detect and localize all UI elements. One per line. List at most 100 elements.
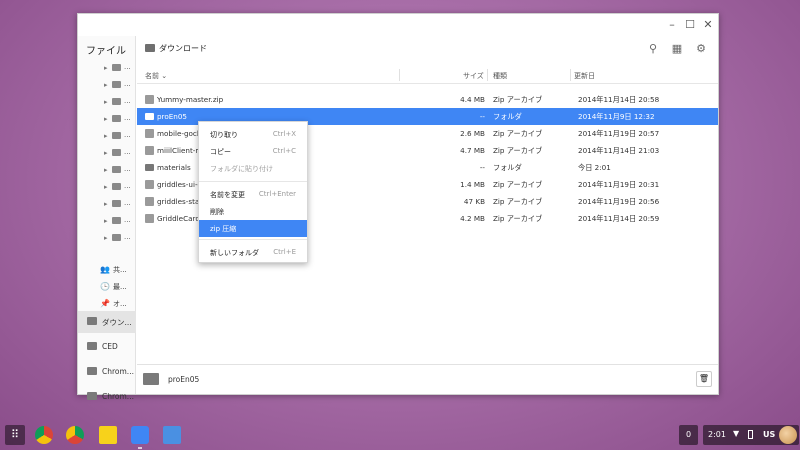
context-menu-item[interactable]: 切り取り Ctrl+X (199, 126, 307, 143)
truncated-label: ... (124, 216, 131, 224)
column-divider[interactable] (399, 69, 400, 81)
expand-arrow-icon[interactable]: ▸ (104, 234, 108, 242)
menu-item-label: 新しいフォルダ (210, 249, 259, 257)
sidebar-volume[interactable]: ダウン... (78, 311, 136, 333)
close-button[interactable]: ✕ (701, 18, 715, 32)
tree-folder-item[interactable]: ▸... (78, 111, 136, 128)
file-name: materials (157, 163, 191, 172)
folder-icon (112, 115, 121, 122)
breadcrumb[interactable]: ダウンロード (159, 43, 207, 54)
clock: 2:01 (708, 430, 726, 439)
menu-item-shortcut: Ctrl+X (272, 130, 296, 138)
file-size: 2.6 MB (460, 129, 485, 138)
file-name: proEn05 (157, 112, 187, 121)
sidebar-volume[interactable]: CED (78, 336, 136, 358)
column-type[interactable]: 種類 (493, 71, 507, 81)
app-launcher-icon[interactable]: ⠿ (5, 425, 25, 445)
file-date: 2014年11月19日 20:31 (578, 180, 660, 189)
title-bar[interactable]: – ☐ ✕ (78, 14, 718, 36)
context-menu-item[interactable]: フォルダに貼り付け (199, 160, 307, 177)
download-folder-icon (145, 44, 155, 52)
truncated-label: ... (124, 148, 131, 156)
trash-icon[interactable]: 🗑 (696, 371, 712, 387)
search-icon[interactable]: ⚲ (646, 42, 660, 56)
expand-arrow-icon[interactable]: ▸ (104, 183, 108, 191)
grid-view-icon[interactable]: ▦ (670, 42, 684, 56)
file-size: 4.4 MB (460, 95, 485, 104)
folder-icon (112, 183, 121, 190)
expand-arrow-icon[interactable]: ▸ (104, 132, 108, 140)
keyboard-layout: US (763, 430, 776, 439)
file-date: 2014年11月19日 20:56 (578, 197, 660, 206)
tree-folder-item[interactable]: ▸... (78, 128, 136, 145)
file-date: 今日 2:01 (578, 163, 611, 172)
keep-icon[interactable] (99, 426, 117, 444)
sidebar-shortcut[interactable]: 👥 共... (78, 262, 136, 279)
tree-folder-item[interactable]: ▸... (78, 77, 136, 94)
folder-icon (112, 234, 121, 241)
folder-icon (145, 113, 154, 120)
files-icon[interactable] (131, 426, 149, 444)
shortcut-label: オ... (113, 300, 127, 308)
tree-folder-item[interactable]: ▸... (78, 162, 136, 179)
tree-folder-item[interactable]: ▸... (78, 94, 136, 111)
gear-icon[interactable]: ⚙ (694, 42, 708, 56)
volume-icon (87, 392, 97, 400)
tree-folder-item[interactable]: ▸... (78, 230, 136, 247)
sidebar-volume[interactable]: Chrom... (78, 386, 136, 408)
volume-label: Chrom... (102, 367, 134, 376)
column-date[interactable]: 更新日 (574, 71, 595, 81)
sidebar: ファイル ▸... ▸... ▸... ▸... ▸... ▸... ▸... ▸... ▸..… (78, 36, 136, 401)
shortcut-label: 共... (113, 266, 127, 274)
wifi-icon: ▼ (733, 429, 740, 438)
file-type: Zip アーカイブ (493, 95, 543, 104)
expand-arrow-icon[interactable]: ▸ (104, 64, 108, 72)
sidebar-shortcut[interactable]: 🕒 最... (78, 279, 136, 296)
sidebar-volume[interactable]: Chrom... (78, 361, 136, 383)
context-menu-item[interactable]: コピー Ctrl+C (199, 143, 307, 160)
context-menu-item[interactable]: zip 圧縮 (199, 220, 307, 237)
maximize-button[interactable]: ☐ (683, 18, 697, 32)
chrome-icon[interactable] (35, 426, 53, 444)
tree-folder-item[interactable]: ▸... (78, 196, 136, 213)
selection-footer: proEn05 🗑 (137, 364, 718, 394)
truncated-label: ... (124, 199, 131, 207)
zip-file-icon (145, 129, 154, 138)
context-menu-item[interactable]: 名前を変更 Ctrl+Enter (199, 186, 307, 203)
file-type: Zip アーカイブ (493, 214, 543, 223)
truncated-label: ... (124, 114, 131, 122)
status-tray[interactable]: 2:01 ▼ US (703, 425, 799, 445)
expand-arrow-icon[interactable]: ▸ (104, 115, 108, 123)
shortcut-icon: 📌 (100, 299, 110, 308)
chrome-canary-icon[interactable] (66, 426, 84, 444)
file-type: フォルダ (493, 163, 522, 172)
context-menu-item[interactable]: 削除 (199, 203, 307, 220)
expand-arrow-icon[interactable]: ▸ (104, 200, 108, 208)
file-size: 4.7 MB (460, 146, 485, 155)
file-name: Yummy-master.zip (157, 95, 224, 104)
tree-folder-item[interactable]: ▸... (78, 213, 136, 230)
expand-arrow-icon[interactable]: ▸ (104, 217, 108, 225)
folder-icon (145, 164, 154, 171)
shortcut-icon: 🕒 (100, 282, 110, 291)
context-menu-item[interactable]: 新しいフォルダ Ctrl+E (199, 244, 307, 261)
tree-folder-item[interactable]: ▸... (78, 145, 136, 162)
folder-icon (143, 373, 159, 385)
expand-arrow-icon[interactable]: ▸ (104, 81, 108, 89)
expand-arrow-icon[interactable]: ▸ (104, 166, 108, 174)
volume-label: ダウン... (102, 318, 132, 327)
tree-folder-item[interactable]: ▸... (78, 179, 136, 196)
expand-arrow-icon[interactable]: ▸ (104, 149, 108, 157)
tree-folder-item[interactable]: ▸... (78, 60, 136, 77)
notification-count[interactable]: 0 (679, 425, 698, 445)
zip-file-icon (145, 180, 154, 189)
column-divider[interactable] (487, 69, 488, 81)
column-name[interactable]: 名前 ⌄ (145, 71, 167, 81)
inbox-icon[interactable] (163, 426, 181, 444)
column-divider[interactable] (570, 69, 571, 81)
expand-arrow-icon[interactable]: ▸ (104, 98, 108, 106)
truncated-label: ... (124, 233, 131, 241)
minimize-button[interactable]: – (665, 18, 679, 32)
file-row[interactable]: Yummy-master.zip 4.4 MB Zip アーカイブ 2014年11月1… (137, 91, 718, 108)
column-size[interactable]: サイズ (463, 71, 484, 81)
